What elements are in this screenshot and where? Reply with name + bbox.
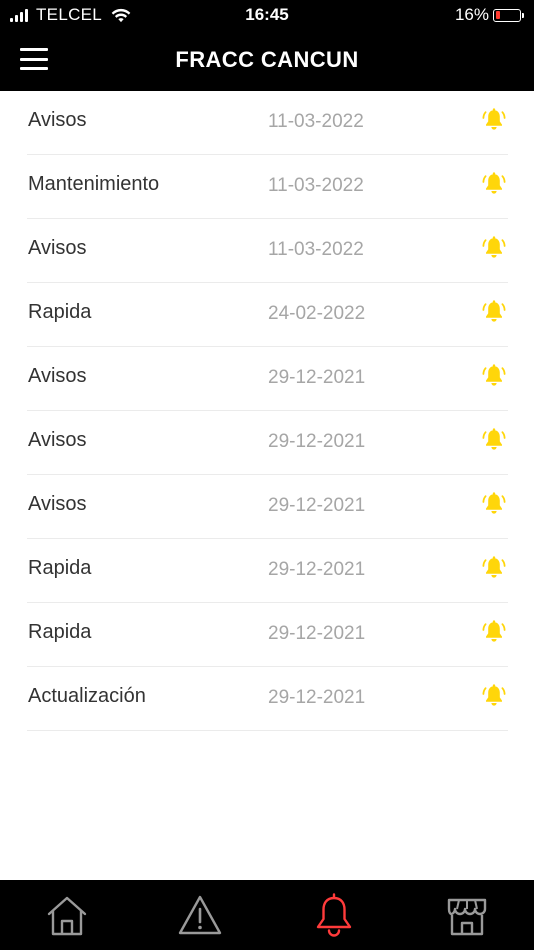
notification-row[interactable]: Avisos 29-12-2021 [27,411,508,475]
notification-date: 29-12-2021 [268,431,366,452]
battery-cap [522,12,524,18]
notification-row[interactable]: Avisos 29-12-2021 [27,475,508,539]
battery-percent: 16% [454,5,489,24]
notification-row[interactable]: Mantenimiento 11-03-2022 [27,155,508,219]
bell-ringing-icon [482,684,506,706]
notification-date: 29-12-2021 [268,367,366,388]
notification-row[interactable]: Avisos 11-03-2022 [27,219,508,283]
notification-title: Avisos [28,429,87,451]
notification-date: 11-03-2022 [268,111,364,132]
notification-title: Actualización [28,685,146,707]
bell-ringing-icon [482,556,506,578]
notification-row[interactable]: Rapida 29-12-2021 [27,603,508,667]
notification-date: 11-03-2022 [268,175,364,196]
battery-icon [493,8,521,22]
bell-ringing-icon [482,108,506,130]
tab-alerts[interactable] [176,892,224,940]
notification-title: Avisos [28,109,87,131]
notification-title: Rapida [28,301,92,323]
notification-list: Avisos 11-03-2022 Mantenimiento 11-03-20… [27,91,508,731]
status-right: 16% [455,5,524,25]
home-icon [47,896,87,936]
bell-ringing-icon [482,172,506,194]
notification-row[interactable]: Actualización 29-12-2021 [27,667,508,731]
notification-title: Rapida [28,557,92,579]
storefront-icon [447,898,487,936]
notification-date: 29-12-2021 [268,495,366,516]
page-title: FRACC CANCUN [175,47,359,72]
notification-date: 29-12-2021 [268,559,366,580]
notification-date: 11-03-2022 [268,239,364,260]
notification-title: Mantenimiento [28,173,160,195]
battery-level [495,11,500,19]
notification-row[interactable]: Rapida 29-12-2021 [27,539,508,603]
clock: 16:45 [245,5,289,24]
bell-ringing-icon [482,620,506,642]
notification-title: Avisos [28,237,87,259]
notification-title: Avisos [28,493,87,515]
notification-date: 29-12-2021 [268,687,366,708]
tab-store[interactable] [443,892,491,940]
bell-ringing-icon [482,428,506,450]
bell-ringing-icon [482,300,506,322]
top-bar: TELCEL 16:45 16% FRACC CANCUN [0,0,534,91]
notification-title: Avisos [28,365,87,387]
notification-row[interactable]: Rapida 24-02-2022 [27,283,508,347]
notification-row[interactable]: Avisos 29-12-2021 [27,347,508,411]
notification-row[interactable]: Avisos 11-03-2022 [27,91,508,155]
bell-ringing-icon [482,364,506,386]
notification-date: 29-12-2021 [268,623,366,644]
notification-title: Rapida [28,621,92,643]
tab-notifications[interactable] [310,892,358,940]
tab-home[interactable] [43,892,91,940]
app-header: FRACC CANCUN [0,30,534,91]
notification-date: 24-02-2022 [268,303,366,324]
warning-triangle-icon [178,895,222,935]
status-bar: TELCEL 16:45 16% [0,0,534,30]
bell-icon [316,893,352,937]
bell-ringing-icon [482,236,506,258]
bottom-tab-bar [0,880,534,950]
bell-ringing-icon [482,492,506,514]
